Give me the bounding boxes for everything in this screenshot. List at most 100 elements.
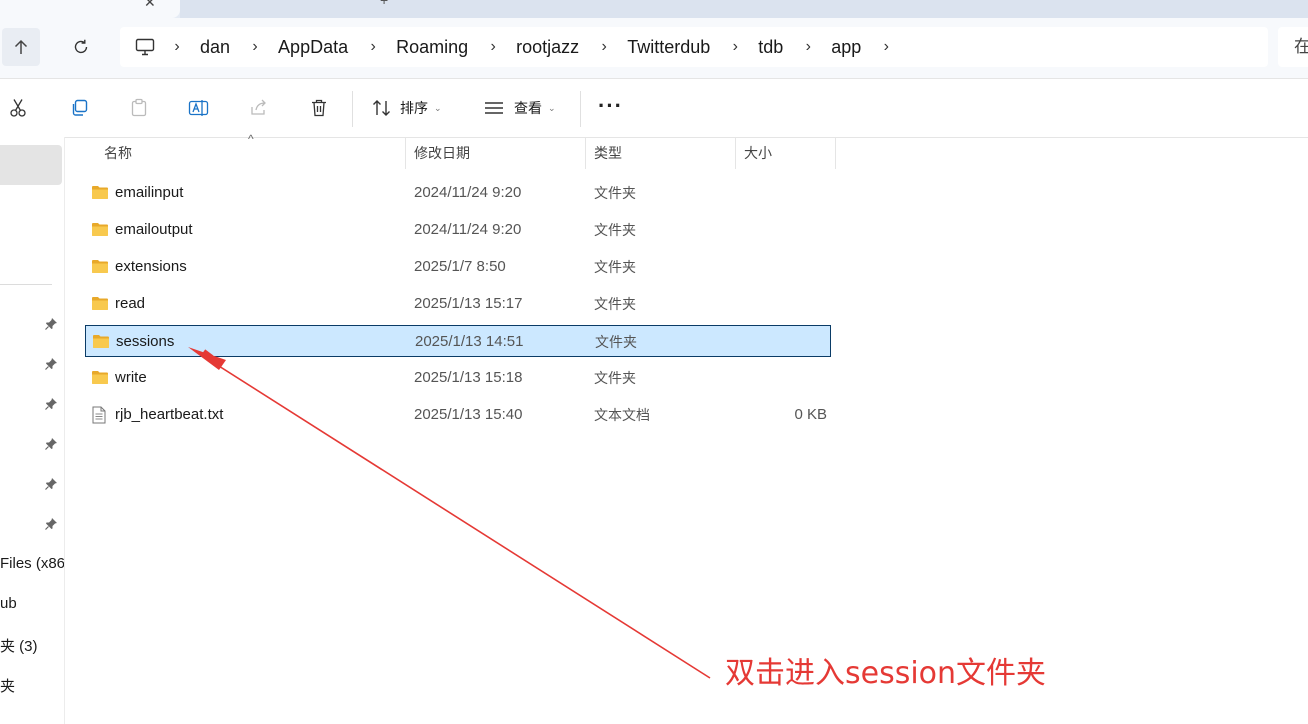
- file-type: 文件夹: [594, 185, 636, 201]
- view-label: 查看: [514, 100, 542, 116]
- file-type: 文件夹: [594, 259, 636, 275]
- folder-icon: [91, 369, 109, 385]
- file-row-selected[interactable]: sessions 2025/1/13 14:51 文件夹: [85, 325, 831, 357]
- monitor-icon: [135, 38, 155, 56]
- delete-button[interactable]: [308, 97, 330, 119]
- rename-icon: [188, 100, 209, 116]
- pin-icon[interactable]: [44, 517, 58, 531]
- navigation-bar: › dan › AppData › Roaming › rootjazz › Twitterdub…: [0, 18, 1308, 78]
- command-bar: 排序 ⌄ 查看 ⌄ ···: [0, 78, 1308, 138]
- cut-button[interactable]: [8, 97, 30, 119]
- pin-icon[interactable]: [44, 477, 58, 491]
- chevron-right-icon[interactable]: ›: [248, 38, 262, 56]
- rename-button[interactable]: [188, 97, 210, 119]
- arrow-up-icon: [14, 39, 28, 54]
- chevron-down-icon: ⌄: [548, 102, 556, 113]
- sidebar-item-selected[interactable]: [0, 145, 62, 185]
- column-header-size[interactable]: 大小: [736, 137, 836, 169]
- tab-current[interactable]: ✕: [0, 0, 180, 18]
- column-header-modified[interactable]: 修改日期: [406, 137, 586, 169]
- breadcrumb-item[interactable]: rootjazz: [516, 37, 579, 58]
- chevron-right-icon[interactable]: ›: [801, 38, 815, 56]
- file-modified-date: 2025/1/7 8:50: [414, 258, 506, 275]
- file-type: 文件夹: [594, 370, 636, 386]
- sort-icon: [373, 100, 390, 116]
- file-row[interactable]: read 2025/1/13 15:17 文件夹: [85, 288, 831, 320]
- folder-icon: [91, 295, 109, 311]
- file-size: 0 KB: [794, 406, 827, 423]
- navigation-pane: Files (x86 ub 夹 (3) 夹: [0, 137, 65, 724]
- share-button[interactable]: [248, 97, 270, 119]
- tab-strip-empty: +: [180, 0, 1308, 18]
- sidebar-item-twitterdub[interactable]: ub: [0, 595, 17, 612]
- up-button[interactable]: [2, 28, 40, 66]
- folder-icon: [92, 333, 110, 349]
- pin-icon[interactable]: [44, 437, 58, 451]
- this-pc-crumb[interactable]: [120, 38, 170, 56]
- copy-button[interactable]: [68, 97, 90, 119]
- file-name: extensions: [115, 258, 187, 275]
- file-modified-date: 2024/11/24 9:20: [414, 184, 522, 201]
- breadcrumb-item[interactable]: app: [831, 37, 861, 58]
- new-tab-icon[interactable]: +: [380, 0, 388, 8]
- more-options-button[interactable]: ···: [598, 93, 623, 119]
- list-view-icon: [485, 102, 503, 114]
- folder-icon: [91, 221, 109, 237]
- file-type: 文件夹: [594, 222, 636, 238]
- address-bar[interactable]: › dan › AppData › Roaming › rootjazz › Twitterdub…: [120, 27, 1268, 67]
- breadcrumb-item[interactable]: Twitterdub: [627, 37, 710, 58]
- file-name: emailinput: [115, 184, 184, 201]
- sidebar-divider: [0, 284, 52, 285]
- chevron-down-icon: ⌄: [434, 102, 442, 113]
- file-row[interactable]: extensions 2025/1/7 8:50 文件夹: [85, 251, 831, 283]
- pin-icon[interactable]: [44, 317, 58, 331]
- file-modified-date: 2025/1/13 14:51: [415, 333, 524, 350]
- search-input[interactable]: 在: [1278, 27, 1308, 67]
- file-type: 文件夹: [594, 296, 636, 312]
- chevron-right-icon[interactable]: ›: [597, 38, 611, 56]
- pin-icon[interactable]: [44, 397, 58, 411]
- breadcrumb-item[interactable]: Roaming: [396, 37, 468, 58]
- refresh-button[interactable]: [62, 28, 100, 66]
- close-tab-icon[interactable]: ✕: [144, 0, 156, 11]
- file-name: read: [115, 295, 146, 312]
- file-row[interactable]: emailinput 2024/11/24 9:20 文件夹: [85, 177, 831, 209]
- share-icon: [251, 99, 266, 115]
- chevron-right-icon[interactable]: ›: [728, 38, 742, 56]
- column-header-type[interactable]: 类型: [586, 137, 736, 169]
- view-button[interactable]: 查看 ⌄: [484, 95, 556, 121]
- sidebar-item-folder-3[interactable]: 夹 (3): [0, 635, 38, 656]
- toolbar-divider: [580, 91, 581, 127]
- copy-icon: [72, 99, 88, 116]
- toolbar-divider: [352, 91, 353, 127]
- chevron-right-icon[interactable]: ›: [879, 38, 893, 56]
- file-modified-date: 2025/1/13 15:18: [414, 369, 523, 386]
- chevron-right-icon[interactable]: ›: [486, 38, 500, 56]
- breadcrumb-item[interactable]: tdb: [758, 37, 783, 58]
- file-name: emailoutput: [115, 221, 193, 238]
- folder-icon: [91, 184, 109, 200]
- paste-button[interactable]: [128, 97, 150, 119]
- folder-icon: [91, 258, 109, 274]
- sidebar-item-program-files[interactable]: Files (x86: [0, 555, 64, 572]
- breadcrumb-item[interactable]: AppData: [278, 37, 348, 58]
- chevron-right-icon[interactable]: ›: [366, 38, 380, 56]
- pin-icon[interactable]: [44, 357, 58, 371]
- breadcrumb: › dan › AppData › Roaming › rootjazz › Twitterdub…: [170, 37, 909, 58]
- file-modified-date: 2024/11/24 9:20: [414, 221, 522, 238]
- file-row[interactable]: write 2025/1/13 15:18 文件夹: [85, 362, 831, 394]
- refresh-icon: [74, 39, 88, 54]
- sidebar-item-folder[interactable]: 夹: [0, 675, 15, 696]
- sort-label: 排序: [400, 100, 428, 116]
- file-type: 文本文档: [594, 407, 650, 423]
- file-row[interactable]: emailoutput 2024/11/24 9:20 文件夹: [85, 214, 831, 246]
- sort-button[interactable]: 排序 ⌄: [372, 95, 442, 121]
- trash-icon: [312, 99, 326, 117]
- file-type: 文件夹: [595, 334, 637, 350]
- column-header-name[interactable]: 名称: [84, 137, 406, 169]
- file-name: write: [115, 369, 147, 386]
- chevron-right-icon[interactable]: ›: [170, 38, 184, 56]
- file-row[interactable]: rjb_heartbeat.txt 2025/1/13 15:40 文本文档 0 KB: [85, 399, 831, 431]
- breadcrumb-item[interactable]: dan: [200, 37, 230, 58]
- scissors-icon: [10, 99, 26, 117]
